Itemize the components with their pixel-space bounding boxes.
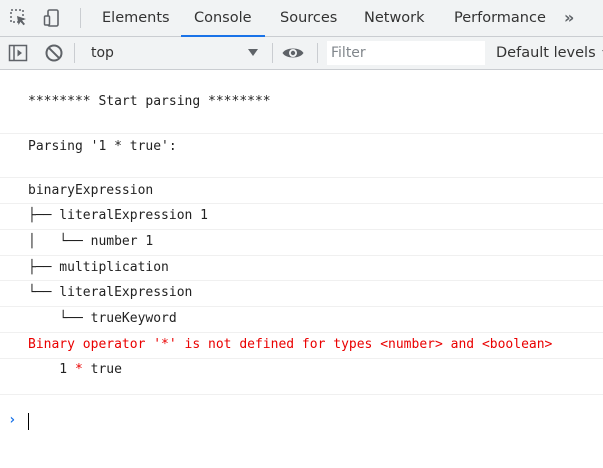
console-messages: ******** Start parsing ******** Parsing …: [0, 70, 603, 395]
dropdown-arrow-icon: [248, 49, 258, 56]
devtools-tab-bar: Elements Console Sources Network Perform…: [0, 0, 603, 37]
console-error-message: Binary operator '*' is not defined for t…: [0, 333, 603, 359]
tab-elements[interactable]: Elements: [102, 0, 170, 36]
toolbar-divider: [272, 43, 273, 63]
console-message: └── literalExpression: [0, 281, 603, 307]
context-label: top: [91, 45, 114, 61]
prompt-chevron-icon: ›: [8, 412, 17, 428]
console-message: binaryExpression: [0, 178, 603, 204]
tab-bar-divider: [80, 8, 81, 28]
message-text: ******** Start parsing ********: [28, 94, 271, 109]
console-message: Parsing '1 * true':: [0, 134, 603, 178]
live-expression-eye-icon[interactable]: [281, 41, 305, 65]
tree-line: └── literalExpression: [28, 285, 193, 300]
console-toolbar: top Default levels: [0, 37, 603, 70]
text-caret: [28, 413, 29, 430]
tab-sources[interactable]: Sources: [280, 0, 337, 36]
inspect-element-icon[interactable]: [7, 6, 31, 30]
source-operator: *: [74, 362, 83, 377]
context-selector[interactable]: top: [82, 41, 262, 65]
console-message: └── trueKeyword: [0, 307, 603, 333]
tab-network[interactable]: Network: [364, 0, 425, 36]
source-right: true: [82, 362, 122, 377]
console-message: 1 * true: [0, 359, 603, 395]
log-levels-dropdown[interactable]: Default levels: [496, 41, 603, 65]
console-prompt[interactable]: ›: [0, 408, 603, 436]
tree-line: binaryExpression: [28, 183, 154, 198]
toolbar-divider: [74, 43, 75, 63]
tree-line: ├── literalExpression 1: [28, 208, 209, 223]
clear-console-icon[interactable]: [42, 41, 66, 65]
console-message: ******** Start parsing ********: [0, 70, 603, 134]
tab-performance[interactable]: Performance: [454, 0, 546, 36]
show-sidebar-icon[interactable]: [6, 41, 30, 65]
error-text: Binary operator '*' is not defined for t…: [28, 337, 553, 352]
tree-line: │ └── number 1: [28, 234, 154, 249]
source-left: 1: [28, 362, 75, 377]
more-tabs-chevron-icon[interactable]: »: [564, 0, 574, 36]
source-line: 1 * true: [28, 361, 122, 379]
message-text: Parsing '1 * true':: [28, 139, 177, 154]
tree-line: ├── multiplication: [28, 260, 169, 275]
console-message: ├── literalExpression 1: [0, 204, 603, 230]
toolbar-divider: [317, 43, 318, 63]
tree-line: └── trueKeyword: [28, 311, 177, 326]
console-message: ├── multiplication: [0, 256, 603, 281]
device-toolbar-icon[interactable]: [41, 6, 65, 30]
log-levels-label: Default levels: [496, 45, 596, 61]
filter-input[interactable]: [327, 41, 485, 65]
console-message: │ └── number 1: [0, 230, 603, 256]
tab-console[interactable]: Console: [181, 0, 265, 37]
